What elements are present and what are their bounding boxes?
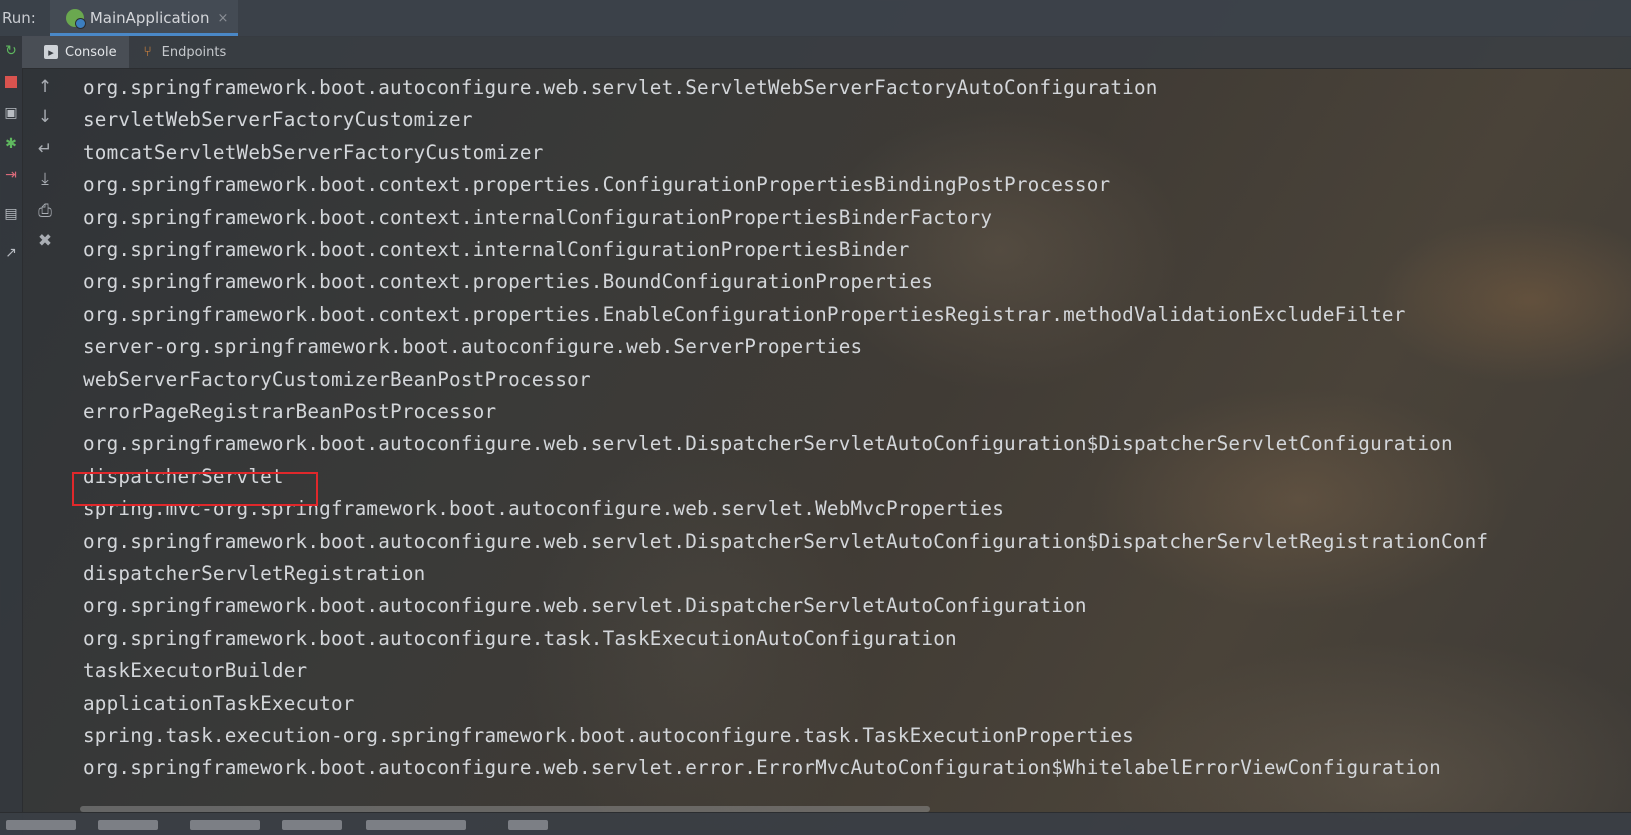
tab-endpoints-label: Endpoints xyxy=(161,44,227,60)
status-item[interactable] xyxy=(282,820,342,830)
console-line: tomcatServletWebServerFactoryCustomizer xyxy=(83,140,544,164)
trash-icon[interactable]: ✖ xyxy=(34,230,56,252)
console-line: org.springframework.boot.autoconfigure.w… xyxy=(83,594,1087,618)
console-line: applicationTaskExecutor xyxy=(83,691,355,715)
run-tab-label: MainApplication xyxy=(89,9,210,27)
console-line: org.springframework.boot.context.interna… xyxy=(83,238,910,261)
layout-icon[interactable]: ▤ xyxy=(2,205,20,223)
run-tool-window-toolbar: ↻ ▣ ✱ ⇥ ▤ ↗ xyxy=(0,36,23,835)
status-item[interactable] xyxy=(6,820,76,830)
bottom-tool-bar xyxy=(0,812,1631,835)
status-item[interactable] xyxy=(366,820,466,830)
console-line: org.springframework.boot.autoconfigure.w… xyxy=(83,529,1489,553)
tab-endpoints[interactable]: ⑂ Endpoints xyxy=(129,36,239,68)
tab-console-label: Console xyxy=(65,44,117,60)
console-line: org.springframework.boot.autoconfigure.w… xyxy=(83,432,1453,456)
arrow-down-icon[interactable]: ↓ xyxy=(34,106,56,128)
console-line: org.springframework.boot.context.propert… xyxy=(83,173,1111,197)
tab-console[interactable]: ▸ Console xyxy=(22,36,129,68)
console-line: org.springframework.boot.context.propert… xyxy=(83,302,1406,326)
console-line: webServerFactoryCustomizerBeanPostProces… xyxy=(83,367,591,391)
console-line: org.springframework.boot.autoconfigure.w… xyxy=(83,76,1158,99)
status-item[interactable] xyxy=(98,820,158,830)
console-line: dispatcherServletRegistration xyxy=(83,562,426,585)
soft-wrap-icon[interactable]: ↵ xyxy=(34,138,56,160)
console-line: org.springframework.boot.autoconfigure.t… xyxy=(83,626,957,650)
console-line: taskExecutorBuilder xyxy=(83,659,308,683)
spring-app-icon xyxy=(65,9,86,29)
console-line: org.springframework.boot.autoconfigure.w… xyxy=(83,756,1441,780)
print-icon[interactable]: ⎙ xyxy=(34,200,56,222)
console-line: spring.mvc-org.springframework.boot.auto… xyxy=(83,497,1005,521)
endpoints-icon: ⑂ xyxy=(143,44,152,60)
rerun-icon[interactable]: ↻ xyxy=(2,42,20,60)
console-tabs-bar: ▸ Console ⑂ Endpoints xyxy=(22,36,1631,69)
run-label: Run: xyxy=(2,9,36,27)
console-icon: ▸ xyxy=(44,45,58,59)
login-icon[interactable]: ⇥ xyxy=(2,166,20,184)
console-line: org.springframework.boot.context.interna… xyxy=(83,205,993,229)
run-tab-main-application[interactable]: MainApplication × xyxy=(49,0,239,36)
console-line-highlighted: dispatcherServlet xyxy=(83,464,284,488)
console-output[interactable]: org.springframework.boot.autoconfigure.w… xyxy=(80,72,1631,802)
console-line: servletWebServerFactoryCustomizer xyxy=(83,108,473,132)
close-icon[interactable]: × xyxy=(217,11,228,26)
run-toolbar: Run: MainApplication × xyxy=(0,0,1631,37)
console-actions: ↑ ↓ ↵ ⤓ ⎙ ✖ xyxy=(22,68,68,808)
status-item[interactable] xyxy=(190,820,260,830)
console-line: errorPageRegistrarBeanPostProcessor xyxy=(83,400,497,423)
arrow-up-icon[interactable]: ↑ xyxy=(34,76,56,98)
stop-icon[interactable] xyxy=(2,73,20,91)
debug-bug-icon[interactable]: ✱ xyxy=(2,135,20,153)
pin-icon[interactable]: ↗ xyxy=(2,244,20,262)
console-line: spring.task.execution-org.springframewor… xyxy=(83,724,1134,747)
console-line: org.springframework.boot.context.propert… xyxy=(83,270,934,294)
camera-icon[interactable]: ▣ xyxy=(2,104,20,122)
console-line: server-org.springframework.boot.autoconf… xyxy=(83,335,863,359)
scroll-to-end-icon[interactable]: ⤓ xyxy=(34,168,56,190)
status-item[interactable] xyxy=(508,820,548,830)
